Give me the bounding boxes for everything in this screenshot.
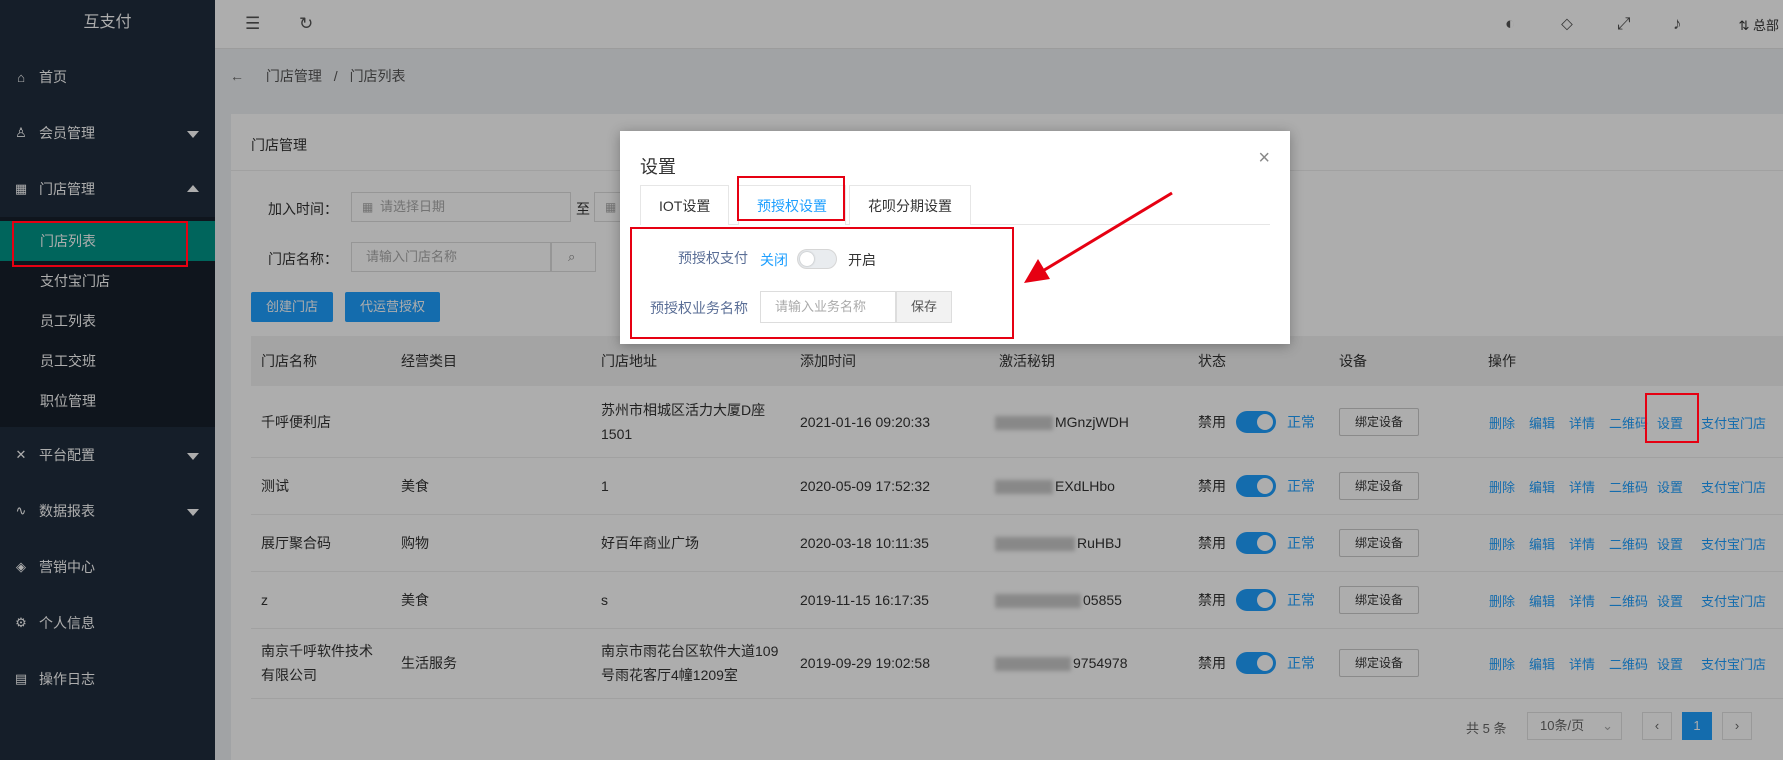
tab-huabei[interactable]: 花呗分期设置 <box>849 185 971 225</box>
tab-iot[interactable]: IOT设置 <box>640 185 730 225</box>
annotation-box <box>12 221 188 267</box>
modal-title: 设置 <box>640 157 676 177</box>
annotation-arrow-icon <box>1024 191 1173 283</box>
annotation-box <box>630 227 1014 339</box>
modal-mask[interactable] <box>0 0 1783 760</box>
annotation-box <box>1645 393 1699 443</box>
close-icon[interactable]: × <box>1258 147 1270 170</box>
annotation-box <box>737 176 845 221</box>
